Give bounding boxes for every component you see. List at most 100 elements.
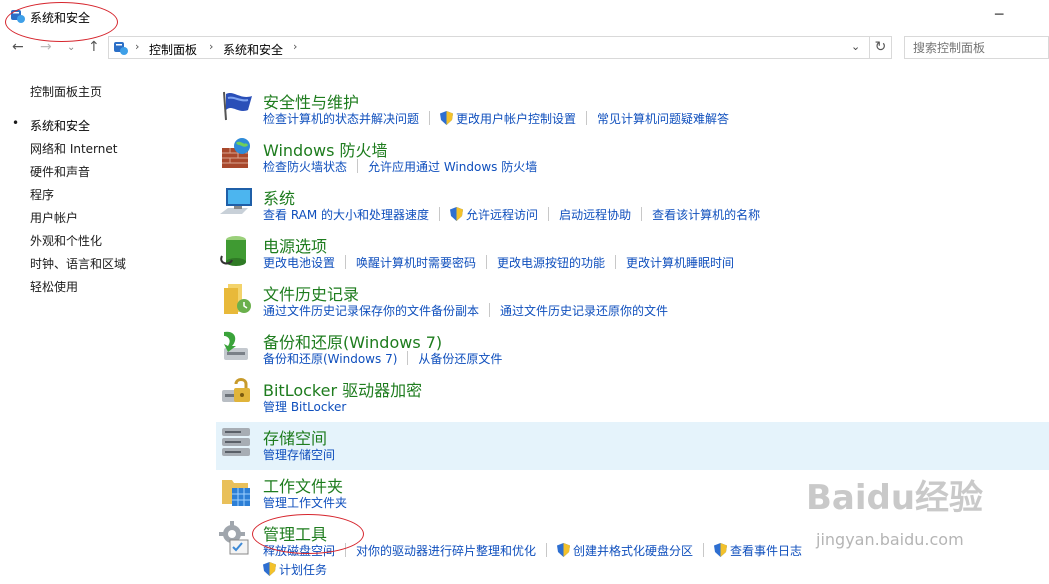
link-backup-restore[interactable]: 备份和还原(Windows 7) — [263, 350, 397, 367]
link-remote-assist[interactable]: 启动远程协助 — [559, 206, 631, 223]
link-manage-work-folders[interactable]: 管理工作文件夹 — [263, 494, 347, 511]
category-links: 检查计算机的状态并解决问题 更改用户帐户控制设置 常见计算机问题疑难解答 — [263, 110, 729, 127]
search-input[interactable] — [905, 37, 1025, 59]
link-event-logs[interactable]: 查看事件日志 — [730, 542, 802, 559]
link-separator — [546, 543, 548, 557]
category-links: 备份和还原(Windows 7) 从备份还原文件 — [263, 350, 502, 367]
link-restore-from-backup[interactable]: 从备份还原文件 — [418, 350, 502, 367]
chevron-down-icon[interactable]: ⌄ — [851, 40, 860, 53]
chevron-right-icon[interactable]: › — [135, 40, 139, 53]
chevron-right-icon[interactable]: › — [209, 40, 213, 53]
link-save-backup[interactable]: 通过文件历史记录保存你的文件备份副本 — [263, 302, 479, 319]
file-history-icon — [224, 284, 251, 314]
computer-icon — [220, 188, 252, 214]
category-links: 管理存储空间 — [263, 446, 335, 463]
minimize-button[interactable]: ─ — [995, 7, 1003, 23]
window-title: 系统和安全 — [30, 11, 91, 25]
nav-item-home[interactable]: 控制面板主页 — [30, 83, 102, 100]
category-work-folders: 工作文件夹 管理工作文件夹 — [216, 470, 1049, 518]
bitlocker-icon — [222, 378, 250, 402]
category-power-options: 电源选项 更改电池设置 唤醒计算机时需要密码 更改电源按钮的功能 更改计算机睡眠时间 — [216, 230, 1049, 278]
link-manage-storage[interactable]: 管理存储空间 — [263, 446, 335, 463]
link-computer-name[interactable]: 查看该计算机的名称 — [652, 206, 760, 223]
link-separator — [407, 351, 409, 365]
link-separator — [615, 255, 617, 269]
category-links: 通过文件历史记录保存你的文件备份副本 通过文件历史记录还原你的文件 — [263, 302, 668, 319]
back-button[interactable]: ← — [12, 39, 24, 55]
category-security-maintenance: 安全性与维护 检查计算机的状态并解决问题 更改用户帐户控制设置 常见计算机问题疑难解… — [216, 86, 1049, 134]
category-bitlocker: BitLocker 驱动器加密 管理 BitLocker — [216, 374, 1049, 422]
control-panel-icon — [11, 10, 25, 23]
breadcrumb-system-security[interactable]: 系统和安全 — [223, 41, 283, 58]
category-storage-spaces: 存储空间 管理存储空间 — [216, 422, 1049, 470]
forward-button[interactable]: → — [40, 39, 52, 55]
link-separator — [548, 207, 550, 221]
recent-dropdown[interactable]: ⌄ — [67, 40, 75, 56]
category-links: 管理工作文件夹 — [263, 494, 347, 511]
backup-icon — [224, 331, 248, 360]
category-links: 释放磁盘空间 对你的驱动器进行碎片整理和优化 创建并格式化硬盘分区 查看事件日志 — [263, 542, 802, 559]
active-bullet-icon: • — [12, 116, 20, 130]
link-separator — [429, 111, 431, 125]
link-separator — [357, 159, 359, 173]
nav-item-programs[interactable]: 程序 — [30, 186, 54, 203]
link-separator — [486, 255, 488, 269]
flag-icon — [223, 91, 252, 121]
link-check-status[interactable]: 检查计算机的状态并解决问题 — [263, 110, 419, 127]
link-battery-settings[interactable]: 更改电池设置 — [263, 254, 335, 271]
link-separator — [489, 303, 491, 317]
link-schedule-tasks[interactable]: 计划任务 — [279, 561, 327, 578]
refresh-button[interactable]: ↻ — [870, 36, 892, 59]
admin-tools-icon — [219, 521, 249, 555]
nav-item-user-accounts[interactable]: 用户帐户 — [30, 209, 78, 226]
link-view-ram[interactable]: 查看 RAM 的大小和处理器速度 — [263, 206, 429, 223]
uac-shield-icon — [263, 562, 276, 576]
firewall-icon — [222, 138, 250, 168]
address-bar: ← → ⌄ ↑ › 控制面板 › 系统和安全 › ⌄ ↻ — [0, 36, 1049, 60]
link-check-firewall[interactable]: 检查防火墙状态 — [263, 158, 347, 175]
link-allow-app[interactable]: 允许应用通过 Windows 防火墙 — [368, 158, 537, 175]
link-partitions[interactable]: 创建并格式化硬盘分区 — [573, 542, 693, 559]
uac-shield-icon — [714, 543, 728, 557]
nav-item-network[interactable]: 网络和 Internet — [30, 140, 117, 157]
nav-item-ease-of-access[interactable]: 轻松使用 — [30, 278, 78, 295]
chevron-right-icon[interactable]: › — [293, 40, 297, 53]
link-separator — [439, 207, 441, 221]
search-box — [904, 36, 1049, 59]
uac-shield-icon — [450, 207, 464, 221]
address-field[interactable]: › 控制面板 › 系统和安全 › ⌄ — [108, 36, 870, 59]
category-links: 查看 RAM 的大小和处理器速度 允许远程访问 启动远程协助 查看该计算机的名称 — [263, 206, 760, 223]
breadcrumb-control-panel[interactable]: 控制面板 — [149, 41, 197, 58]
category-system: 系统 查看 RAM 的大小和处理器速度 允许远程访问 启动远程协助 查看该计算机的名称 — [216, 182, 1049, 230]
link-power-buttons[interactable]: 更改电源按钮的功能 — [497, 254, 605, 271]
storage-icon — [222, 428, 250, 456]
link-troubleshoot[interactable]: 常见计算机问题疑难解答 — [597, 110, 729, 127]
category-file-history: 文件历史记录 通过文件历史记录保存你的文件备份副本 通过文件历史记录还原你的文件 — [216, 278, 1049, 326]
link-manage-bitlocker[interactable]: 管理 BitLocker — [263, 398, 346, 415]
link-allow-remote[interactable]: 允许远程访问 — [466, 206, 538, 223]
work-folders-icon — [222, 480, 250, 506]
up-button[interactable]: ↑ — [88, 39, 100, 55]
category-links-row2: 计划任务 — [263, 561, 327, 578]
link-separator — [345, 543, 347, 557]
link-change-uac[interactable]: 更改用户帐户控制设置 — [456, 110, 576, 127]
uac-shield-icon — [557, 543, 571, 557]
category-links: 检查防火墙状态 允许应用通过 Windows 防火墙 — [263, 158, 537, 175]
link-restore-files[interactable]: 通过文件历史记录还原你的文件 — [500, 302, 668, 319]
link-wake-password[interactable]: 唤醒计算机时需要密码 — [356, 254, 476, 271]
category-firewall: Windows 防火墙 检查防火墙状态 允许应用通过 Windows 防火墙 — [216, 134, 1049, 182]
nav-item-appearance[interactable]: 外观和个性化 — [30, 232, 102, 249]
nav-item-clock-region[interactable]: 时钟、语言和区域 — [30, 255, 126, 272]
link-separator — [703, 543, 705, 557]
link-sleep-time[interactable]: 更改计算机睡眠时间 — [626, 254, 734, 271]
title-bar: 系统和安全 ─ — [0, 0, 1049, 34]
uac-shield-icon — [440, 111, 454, 125]
nav-item-system-security[interactable]: 系统和安全 — [30, 117, 90, 134]
category-links: 管理 BitLocker — [263, 398, 346, 415]
link-defrag[interactable]: 对你的驱动器进行碎片整理和优化 — [356, 542, 536, 559]
link-free-disk-space[interactable]: 释放磁盘空间 — [263, 542, 335, 559]
link-separator — [586, 111, 588, 125]
link-separator — [641, 207, 643, 221]
nav-item-hardware-sound[interactable]: 硬件和声音 — [30, 163, 90, 180]
battery-icon — [220, 236, 246, 266]
